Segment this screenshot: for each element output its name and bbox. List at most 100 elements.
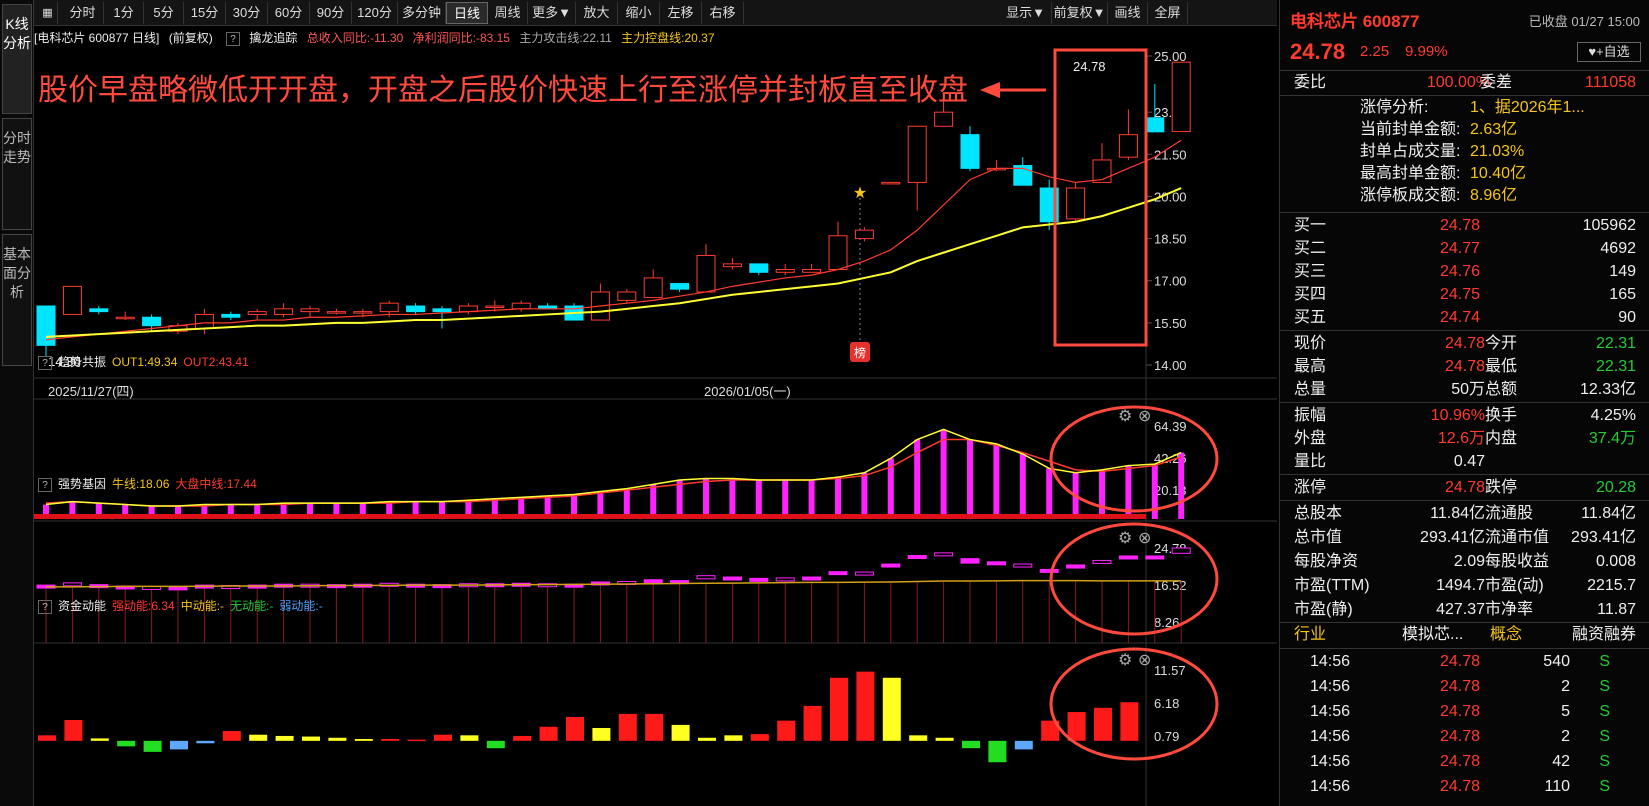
trend-bar	[782, 480, 789, 519]
toolbar-btn-0[interactable]: 分时	[62, 2, 104, 24]
close-icon[interactable]: ⊗	[1138, 530, 1151, 547]
chart-area[interactable]: 25.0023.0021.5020.0018.5017.0015.5014.00…	[34, 48, 1277, 806]
toolbar-btn-9[interactable]: 日线	[446, 2, 488, 24]
toolbar-right-btn-2[interactable]: 画线	[1108, 2, 1148, 24]
tab-fundamental[interactable]: 基本面分析	[2, 234, 32, 366]
toolbar-btn-7[interactable]: 120分	[352, 2, 398, 24]
quote-label: 最低	[1485, 358, 1518, 375]
tab-intraday[interactable]: 分时走势	[2, 118, 32, 230]
toolbar-btn-1[interactable]: 1分	[104, 2, 144, 24]
toolbar-btn-2[interactable]: 5分	[144, 2, 184, 24]
energy-bar	[882, 677, 901, 741]
price-pct: 9.99%	[1405, 43, 1448, 60]
quote-label: 今开	[1485, 335, 1518, 352]
candle-body	[854, 229, 874, 240]
book-price: 24.75	[1439, 286, 1480, 303]
price-axis-label: 15.50	[1154, 316, 1187, 331]
zt-value: 10.40亿	[1470, 165, 1527, 182]
trend-bar	[993, 443, 1000, 519]
energy-bar	[38, 735, 56, 741]
toolbar-btn-6[interactable]: 90分	[310, 2, 352, 24]
trend-bar	[835, 477, 841, 519]
gear-icon[interactable]: ⚙	[1118, 652, 1132, 669]
trend-bar	[676, 480, 683, 519]
toolbar-btn-10[interactable]: 周线	[488, 2, 528, 24]
gear-icon[interactable]: ⚙	[1118, 408, 1132, 425]
chart-info-bar: [电科芯片 600877 日线] (前复权) ? 擒龙追踪 总收入同比:-11.…	[34, 28, 1277, 48]
gene-box	[749, 577, 769, 582]
candle-body	[247, 311, 267, 315]
energy-bar	[143, 740, 162, 752]
tab-kline-analysis[interactable]: K线分析	[2, 4, 32, 114]
tick-time: 14:56	[1310, 678, 1351, 695]
candle-body	[353, 311, 373, 314]
quote-label: 现价	[1294, 335, 1327, 352]
candle-body	[1145, 117, 1165, 133]
panel-title[interactable]: 强势基因	[58, 477, 106, 491]
quote-value: 22.31	[1595, 335, 1636, 352]
tick-price: 24.78	[1439, 653, 1480, 670]
toolbar-btn-13[interactable]: 缩小	[618, 2, 660, 24]
help-icon[interactable]: ?	[38, 478, 52, 492]
label: 跌停	[1485, 479, 1518, 496]
add-watchlist-button[interactable]: ♥+自选	[1577, 42, 1641, 62]
gear-icon[interactable]: ⚙	[1118, 530, 1132, 547]
book-price: 24.77	[1439, 240, 1480, 257]
gene-box	[1066, 564, 1086, 569]
zt-row-3: 最高封单金额: 10.40亿	[1280, 162, 1649, 186]
toolbar-right-btn-1[interactable]: 前复权▼	[1052, 2, 1108, 24]
toolbar-btn-5[interactable]: 60分	[268, 2, 310, 24]
energy-bar	[513, 735, 532, 741]
help-icon[interactable]: ?	[226, 32, 241, 46]
industry-value[interactable]: 模拟芯...	[1402, 623, 1463, 647]
toolbar-btn-3[interactable]: 15分	[184, 2, 226, 24]
quote-label: 总额	[1485, 381, 1518, 398]
gene-box	[934, 552, 954, 557]
panel-title[interactable]: 趋势共振	[58, 355, 106, 369]
close-icon[interactable]: ⊗	[1138, 408, 1151, 425]
star-icon[interactable]: ★	[853, 185, 867, 202]
zt-label: 涨停板成交额:	[1360, 187, 1461, 204]
close-icon[interactable]: ⊗	[1138, 652, 1151, 669]
help-icon[interactable]: ?	[38, 600, 52, 614]
gene-box	[722, 576, 742, 581]
grid-icon[interactable]: ▦	[38, 2, 58, 24]
quote-value: 24.78	[1444, 358, 1485, 375]
tick-side: S	[1599, 703, 1610, 720]
energy-bar	[909, 735, 928, 741]
toolbar-btn-11[interactable]: 更多▼	[528, 2, 576, 24]
gene-box	[1013, 563, 1033, 568]
tick-time: 14:56	[1310, 703, 1351, 720]
tick-side: S	[1599, 728, 1610, 745]
price-axis-label: 14.00	[1154, 358, 1187, 373]
gene-box	[881, 563, 901, 568]
indicator-name[interactable]: 擒龙追踪	[249, 31, 297, 45]
quote-label: 量比	[1294, 453, 1327, 470]
concept-label[interactable]: 概念	[1490, 623, 1522, 647]
toolbar-right-btn-3[interactable]: 全屏	[1148, 2, 1188, 24]
panel3-axis-label: 6.18	[1154, 696, 1179, 711]
gene-box	[828, 571, 848, 576]
candle-body	[722, 263, 742, 268]
price-change: 2.25	[1360, 43, 1390, 60]
toolbar-btn-14[interactable]: 左移	[660, 2, 702, 24]
help-icon[interactable]: ?	[38, 356, 52, 370]
margin-label[interactable]: 融资融券	[1572, 623, 1636, 647]
panel-title[interactable]: 资金动能	[58, 599, 106, 613]
energy-bar	[750, 734, 769, 741]
energy-bar	[275, 735, 294, 741]
bang-marker[interactable]: 榜	[850, 342, 870, 362]
revenue-yoy: 总收入同比:-11.30	[306, 31, 404, 45]
industry-row: 行业 模拟芯... 概念 融资融券	[1280, 623, 1649, 647]
toolbar-btn-4[interactable]: 30分	[226, 2, 268, 24]
quote-value: 22.31	[1595, 358, 1636, 375]
toolbar-right-btn-0[interactable]: 显示▼	[1000, 2, 1052, 24]
fund-value: 11.84亿	[1430, 505, 1485, 522]
trend-bar	[755, 480, 762, 519]
toolbar-btn-12[interactable]: 放大	[576, 2, 618, 24]
industry-label[interactable]: 行业	[1294, 623, 1326, 647]
toolbar-btn-8[interactable]: 多分钟	[398, 2, 446, 24]
toolbar-btn-15[interactable]: 右移	[702, 2, 744, 24]
tick-row-3: 14:56 24.78 2 S	[1280, 725, 1649, 749]
quote-label: 振幅	[1294, 407, 1327, 424]
